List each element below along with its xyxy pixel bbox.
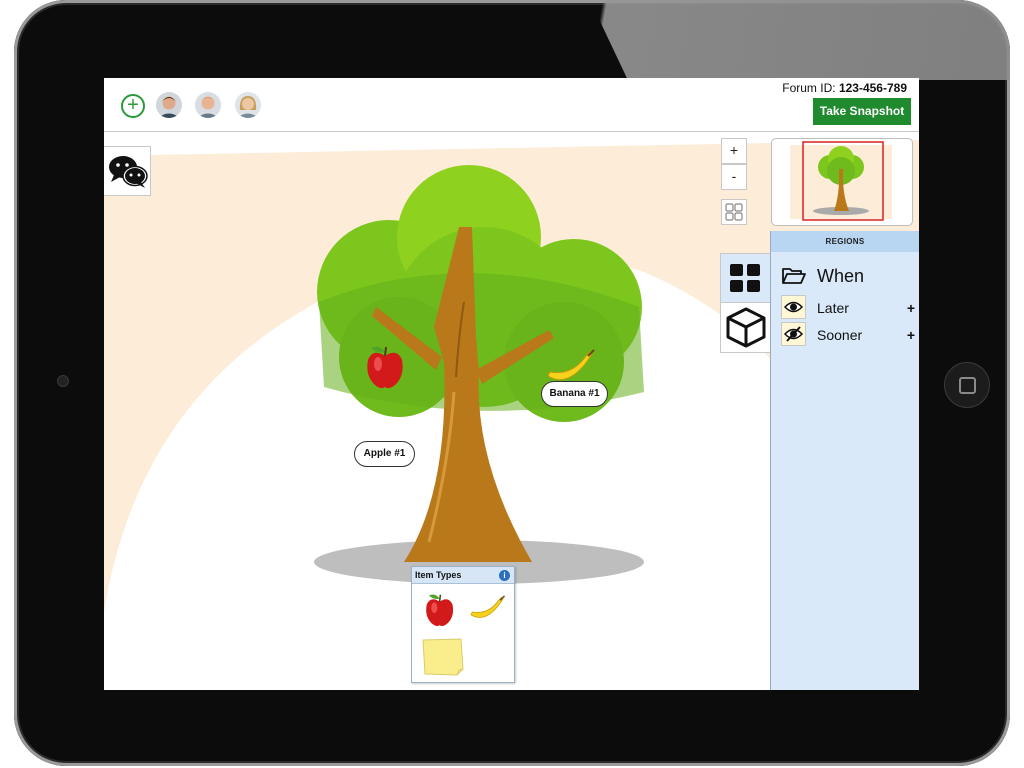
- participant-avatar-1[interactable]: [156, 92, 182, 118]
- participant-avatar-2[interactable]: [195, 92, 221, 118]
- forum-id-label: Forum ID:: [782, 81, 836, 95]
- forum-id-value: 123-456-789: [838, 81, 907, 95]
- chat-button[interactable]: [104, 146, 151, 196]
- add-sooner-button[interactable]: +: [907, 327, 915, 343]
- item-types-palette: Item Types i: [411, 566, 515, 683]
- apple-icon[interactable]: [363, 342, 408, 392]
- view-mode-toolbar: [720, 253, 772, 353]
- info-icon[interactable]: i: [499, 570, 510, 581]
- sooner-label: Sooner: [817, 327, 863, 343]
- region-folder-when[interactable]: When: [771, 261, 919, 291]
- top-toolbar: + Forum ID: 123-456-789 Take Snapshot: [104, 78, 919, 132]
- apple-1-label[interactable]: Apple #1: [354, 441, 415, 467]
- minimap[interactable]: [771, 138, 913, 226]
- apple-icon[interactable]: [422, 591, 458, 629]
- banana-1-label[interactable]: Banana #1: [541, 381, 608, 407]
- add-participant-button[interactable]: +: [121, 94, 145, 118]
- grid-mode-button[interactable]: [721, 254, 771, 303]
- folder-open-icon: [782, 268, 806, 284]
- minimap-preview: [790, 141, 892, 221]
- zoom-in-button[interactable]: +: [721, 138, 747, 164]
- region-item-sooner[interactable]: Sooner +: [771, 322, 919, 348]
- chat-bubbles-icon: [109, 156, 148, 188]
- participant-avatar-3[interactable]: [235, 92, 261, 118]
- eye-slash-icon[interactable]: [781, 322, 806, 346]
- front-camera: [57, 375, 69, 387]
- add-later-button[interactable]: +: [907, 300, 915, 316]
- forum-id-display: Forum ID: 123-456-789: [782, 81, 907, 95]
- home-button[interactable]: [944, 362, 990, 408]
- eye-icon[interactable]: [781, 295, 806, 319]
- four-squares-icon: [730, 264, 760, 292]
- screen-glare: [590, 0, 1010, 80]
- workspace-canvas[interactable]: Apple #1 Banana #1 + - REGIONS When Late…: [104, 132, 919, 690]
- regions-header: REGIONS: [771, 231, 919, 252]
- later-label: Later: [817, 300, 849, 316]
- app-screen: + Forum ID: 123-456-789 Take Snapshot Ap…: [104, 78, 919, 690]
- regions-panel: REGIONS When Later + Sooner +: [770, 231, 919, 690]
- banana-icon[interactable]: [468, 593, 506, 625]
- when-label: When: [817, 266, 865, 286]
- item-types-header: Item Types i: [412, 567, 514, 584]
- sticky-note-icon[interactable]: [421, 637, 465, 677]
- zoom-out-button[interactable]: -: [721, 164, 747, 190]
- take-snapshot-button[interactable]: Take Snapshot: [813, 98, 911, 125]
- region-item-later[interactable]: Later +: [771, 295, 919, 321]
- 3d-mode-button[interactable]: [721, 303, 771, 352]
- fit-view-button[interactable]: [721, 199, 747, 225]
- item-types-title: Item Types: [415, 570, 462, 580]
- grid-view-icon: [725, 203, 743, 221]
- cube-icon: [726, 307, 766, 348]
